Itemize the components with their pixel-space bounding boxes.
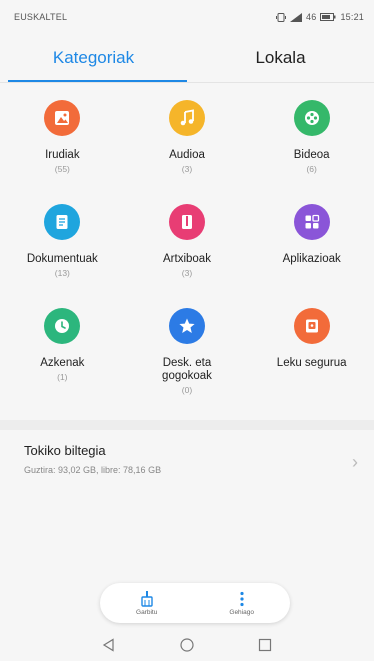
category-audio[interactable]: Audioa (3) — [125, 96, 250, 200]
more-button[interactable]: Gehiago — [229, 591, 254, 616]
category-count: (3) — [181, 164, 193, 174]
category-count: (6) — [306, 164, 317, 174]
category-favorites[interactable]: Desk. eta gogokoak (0) — [125, 304, 250, 408]
system-nav-bar — [0, 629, 374, 661]
recents-square-icon — [258, 638, 272, 652]
archive-icon — [168, 204, 205, 240]
back-triangle-icon — [102, 638, 114, 652]
home-button[interactable] — [179, 637, 195, 653]
category-video[interactable]: Bideoa (6) — [249, 96, 374, 200]
category-grid: Irudiak (55) Audioa (3) Bideoa (6) Dokum… — [0, 96, 374, 408]
vibrate-icon — [276, 12, 287, 22]
chevron-right-icon: › — [352, 452, 358, 472]
category-documents[interactable]: Dokumentuak (13) — [0, 200, 125, 304]
more-label: Gehiago — [229, 608, 254, 616]
category-images[interactable]: Irudiak (55) — [0, 96, 125, 200]
apps-icon — [293, 204, 330, 240]
category-apps[interactable]: Aplikazioak — [249, 200, 374, 304]
status-bar: EUSKALTEL 46 15:21 — [0, 0, 374, 34]
category-count: (13) — [54, 268, 70, 278]
music-icon — [168, 100, 205, 136]
storage-subtitle: Guztira: 93,02 GB, libre: 78,16 GB — [24, 465, 162, 475]
battery-icon — [320, 13, 336, 21]
status-indicators: 46 15:21 — [276, 12, 364, 22]
category-recent[interactable]: Azkenak (1) — [0, 304, 125, 408]
category-count: (1) — [57, 372, 68, 382]
tab-bar: Kategoriak Lokala — [0, 34, 374, 82]
safe-icon — [293, 308, 330, 344]
network-type: 46 — [306, 12, 317, 22]
category-label: Irudiak — [45, 149, 80, 161]
clean-label: Garbitu — [136, 608, 158, 616]
category-count: (55) — [54, 164, 70, 174]
category-label: Bideoa — [293, 149, 330, 161]
signal-icon — [290, 12, 303, 22]
tab-kategoriak[interactable]: Kategoriak — [0, 34, 187, 82]
category-label: Audioa — [169, 149, 205, 161]
tab-divider — [0, 82, 374, 83]
recents-button[interactable] — [257, 637, 273, 653]
video-icon — [293, 100, 330, 136]
broom-icon — [140, 590, 153, 607]
category-count: (0) — [181, 385, 193, 395]
home-circle-icon — [180, 638, 194, 652]
bottom-action-bar: Garbitu Gehiago — [100, 583, 290, 623]
category-label: Azkenak — [40, 357, 85, 369]
image-icon — [44, 100, 81, 136]
category-count: (3) — [181, 268, 193, 278]
clock-time: 15:21 — [340, 12, 364, 22]
star-icon — [168, 308, 205, 344]
clean-button[interactable]: Garbitu — [136, 590, 158, 616]
section-divider — [0, 420, 374, 430]
storage-title: Tokiko biltegia — [24, 443, 106, 458]
category-safe[interactable]: Leku segurua — [249, 304, 374, 408]
back-button[interactable] — [101, 637, 117, 653]
local-storage-item[interactable]: Tokiko biltegia Guztira: 93,02 GB, libre… — [0, 430, 374, 492]
category-label: Leku segurua — [276, 357, 347, 369]
more-vertical-icon — [240, 591, 244, 606]
tab-lokala[interactable]: Lokala — [187, 34, 374, 82]
category-label: Aplikazioak — [282, 253, 341, 265]
category-label: Dokumentuak — [26, 253, 98, 265]
clock-icon — [44, 308, 81, 344]
category-archives[interactable]: Artxiboak (3) — [125, 200, 250, 304]
category-label: Artxiboak — [163, 253, 211, 265]
category-label: Desk. eta gogokoak — [162, 357, 212, 382]
document-icon — [44, 204, 81, 240]
carrier-label: EUSKALTEL — [14, 12, 68, 22]
